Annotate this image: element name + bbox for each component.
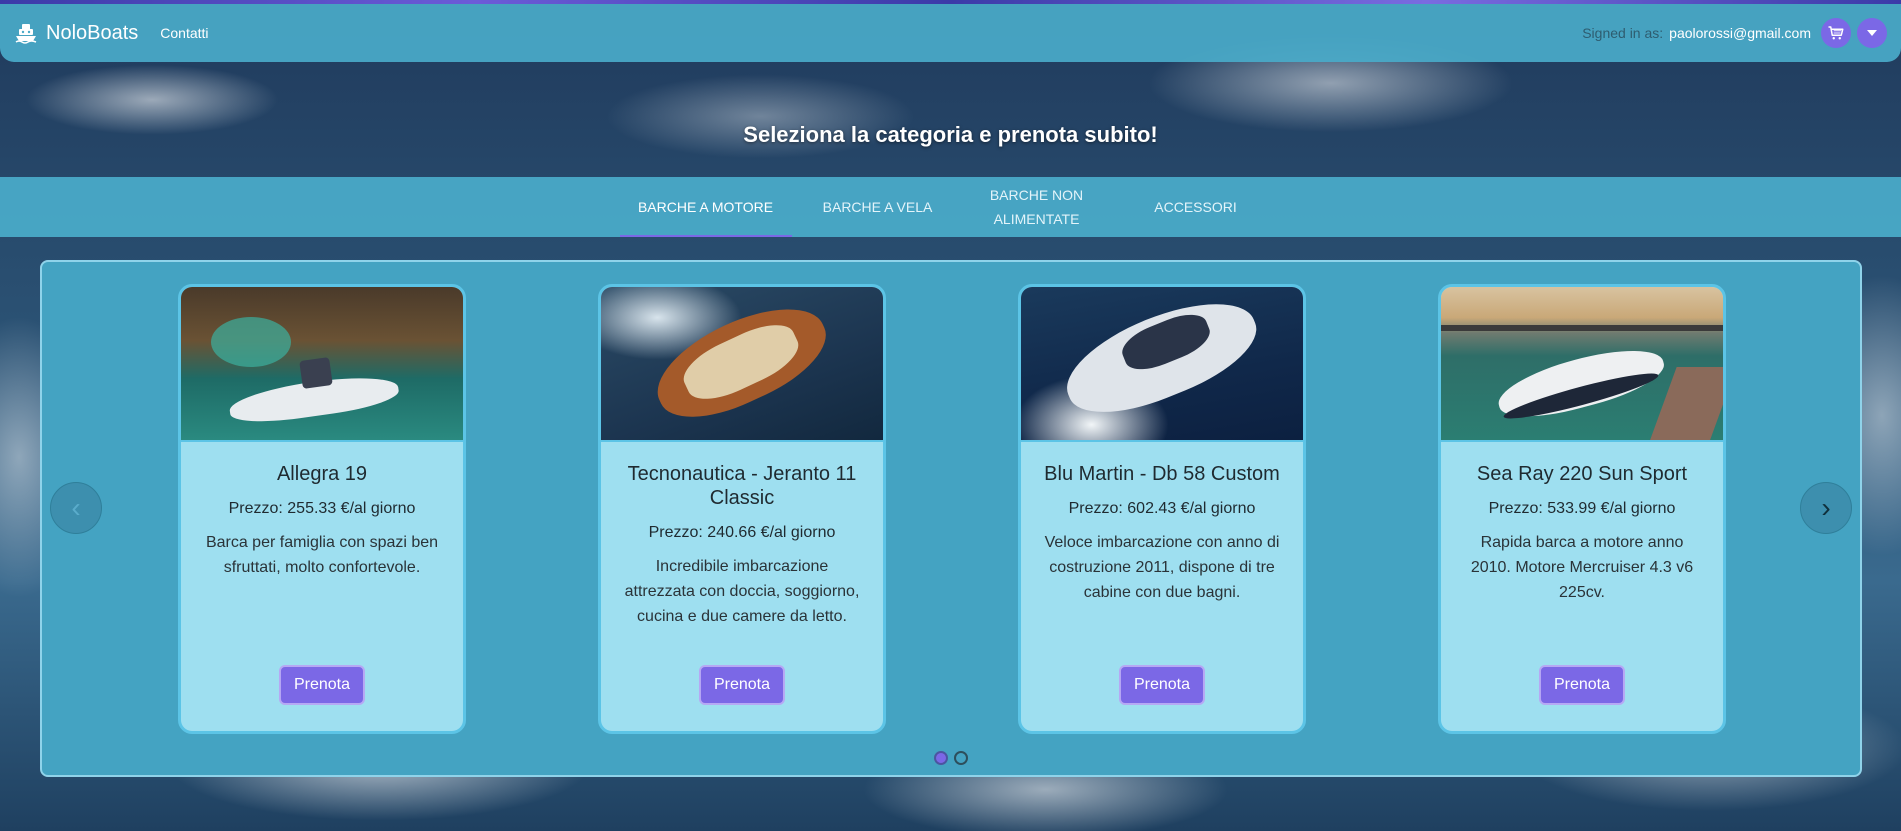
- carousel-dot-2[interactable]: [954, 751, 968, 765]
- boat-description: Rapida barca a motore anno 2010. Motore …: [1470, 534, 1694, 601]
- boat-card: Allegra 19 Prezzo: 255.33 €/al giorno Ba…: [178, 284, 466, 734]
- nav-link-contatti[interactable]: Contatti: [160, 25, 208, 41]
- tab-accessori[interactable]: ACCESSORI: [1110, 177, 1282, 237]
- hero-title: Seleziona la categoria e prenota subito!: [743, 122, 1158, 147]
- book-button[interactable]: Prenota: [698, 665, 786, 705]
- boat-price: Prezzo: 240.66 €/al giorno: [648, 524, 836, 541]
- book-button[interactable]: Prenota: [1118, 665, 1206, 705]
- boat-card: Sea Ray 220 Sun Sport Prezzo: 533.99 €/a…: [1438, 284, 1726, 734]
- category-tabs: BARCHE A MOTORE BARCHE A VELA BARCHE NON…: [0, 177, 1901, 237]
- tab-barche-non-alimentate[interactable]: BARCHE NON ALIMENTATE: [964, 177, 1110, 237]
- chevron-left-icon: ‹: [71, 492, 81, 523]
- boat-title: Allegra 19: [276, 463, 368, 485]
- boat-title: Tecnonautica - Jeranto 11 Classic: [627, 463, 857, 509]
- boat-card: Tecnonautica - Jeranto 11 Classic Prezzo…: [598, 284, 886, 734]
- chevron-down-icon: [1867, 30, 1877, 36]
- boat-title: Blu Martin - Db 58 Custom: [1044, 463, 1280, 485]
- boat-card: Blu Martin - Db 58 Custom Prezzo: 602.43…: [1018, 284, 1306, 734]
- carousel-prev-button[interactable]: ‹: [50, 482, 102, 534]
- boat-price: Prezzo: 255.33 €/al giorno: [228, 500, 416, 517]
- navbar: NoloBoats Contatti Signed in as: paoloro…: [0, 4, 1901, 62]
- book-button[interactable]: Prenota: [278, 665, 366, 705]
- boat-description: Incredibile imbarcazione attrezzata con …: [624, 558, 860, 625]
- boat-image: [181, 287, 463, 442]
- chevron-right-icon: ›: [1821, 492, 1831, 523]
- signed-in-label: Signed in as:: [1582, 25, 1664, 41]
- carousel-next-button[interactable]: ›: [1800, 482, 1852, 534]
- book-button[interactable]: Prenota: [1538, 665, 1626, 705]
- user-area: Signed in as: paolorossi@gmail.com: [1582, 18, 1887, 48]
- boat-carousel: ‹ Allegra 19 Prezzo: 255.33 €/al giorno …: [40, 260, 1862, 777]
- boat-image: [1441, 287, 1723, 442]
- boat-image: [601, 287, 883, 442]
- boat-image: [1021, 287, 1303, 442]
- boat-title: Sea Ray 220 Sun Sport: [1476, 463, 1688, 485]
- carousel-indicators: [42, 751, 1860, 765]
- user-email: paolorossi@gmail.com: [1669, 25, 1811, 41]
- boat-icon: [14, 21, 38, 45]
- brand[interactable]: NoloBoats: [14, 21, 138, 45]
- cart-button[interactable]: [1821, 18, 1851, 48]
- brand-name: NoloBoats: [46, 21, 139, 44]
- tab-barche-a-vela[interactable]: BARCHE A VELA: [792, 177, 964, 237]
- tab-barche-a-motore[interactable]: BARCHE A MOTORE: [619, 177, 792, 237]
- user-menu-button[interactable]: [1857, 18, 1887, 48]
- carousel-dot-1[interactable]: [934, 751, 948, 765]
- cart-icon: [1828, 26, 1844, 40]
- boat-price: Prezzo: 533.99 €/al giorno: [1488, 500, 1676, 517]
- boat-description: Veloce imbarcazione con anno di costruzi…: [1044, 534, 1280, 601]
- boat-description: Barca per famiglia con spazi ben sfrutta…: [205, 534, 439, 576]
- boat-price: Prezzo: 602.43 €/al giorno: [1068, 500, 1256, 517]
